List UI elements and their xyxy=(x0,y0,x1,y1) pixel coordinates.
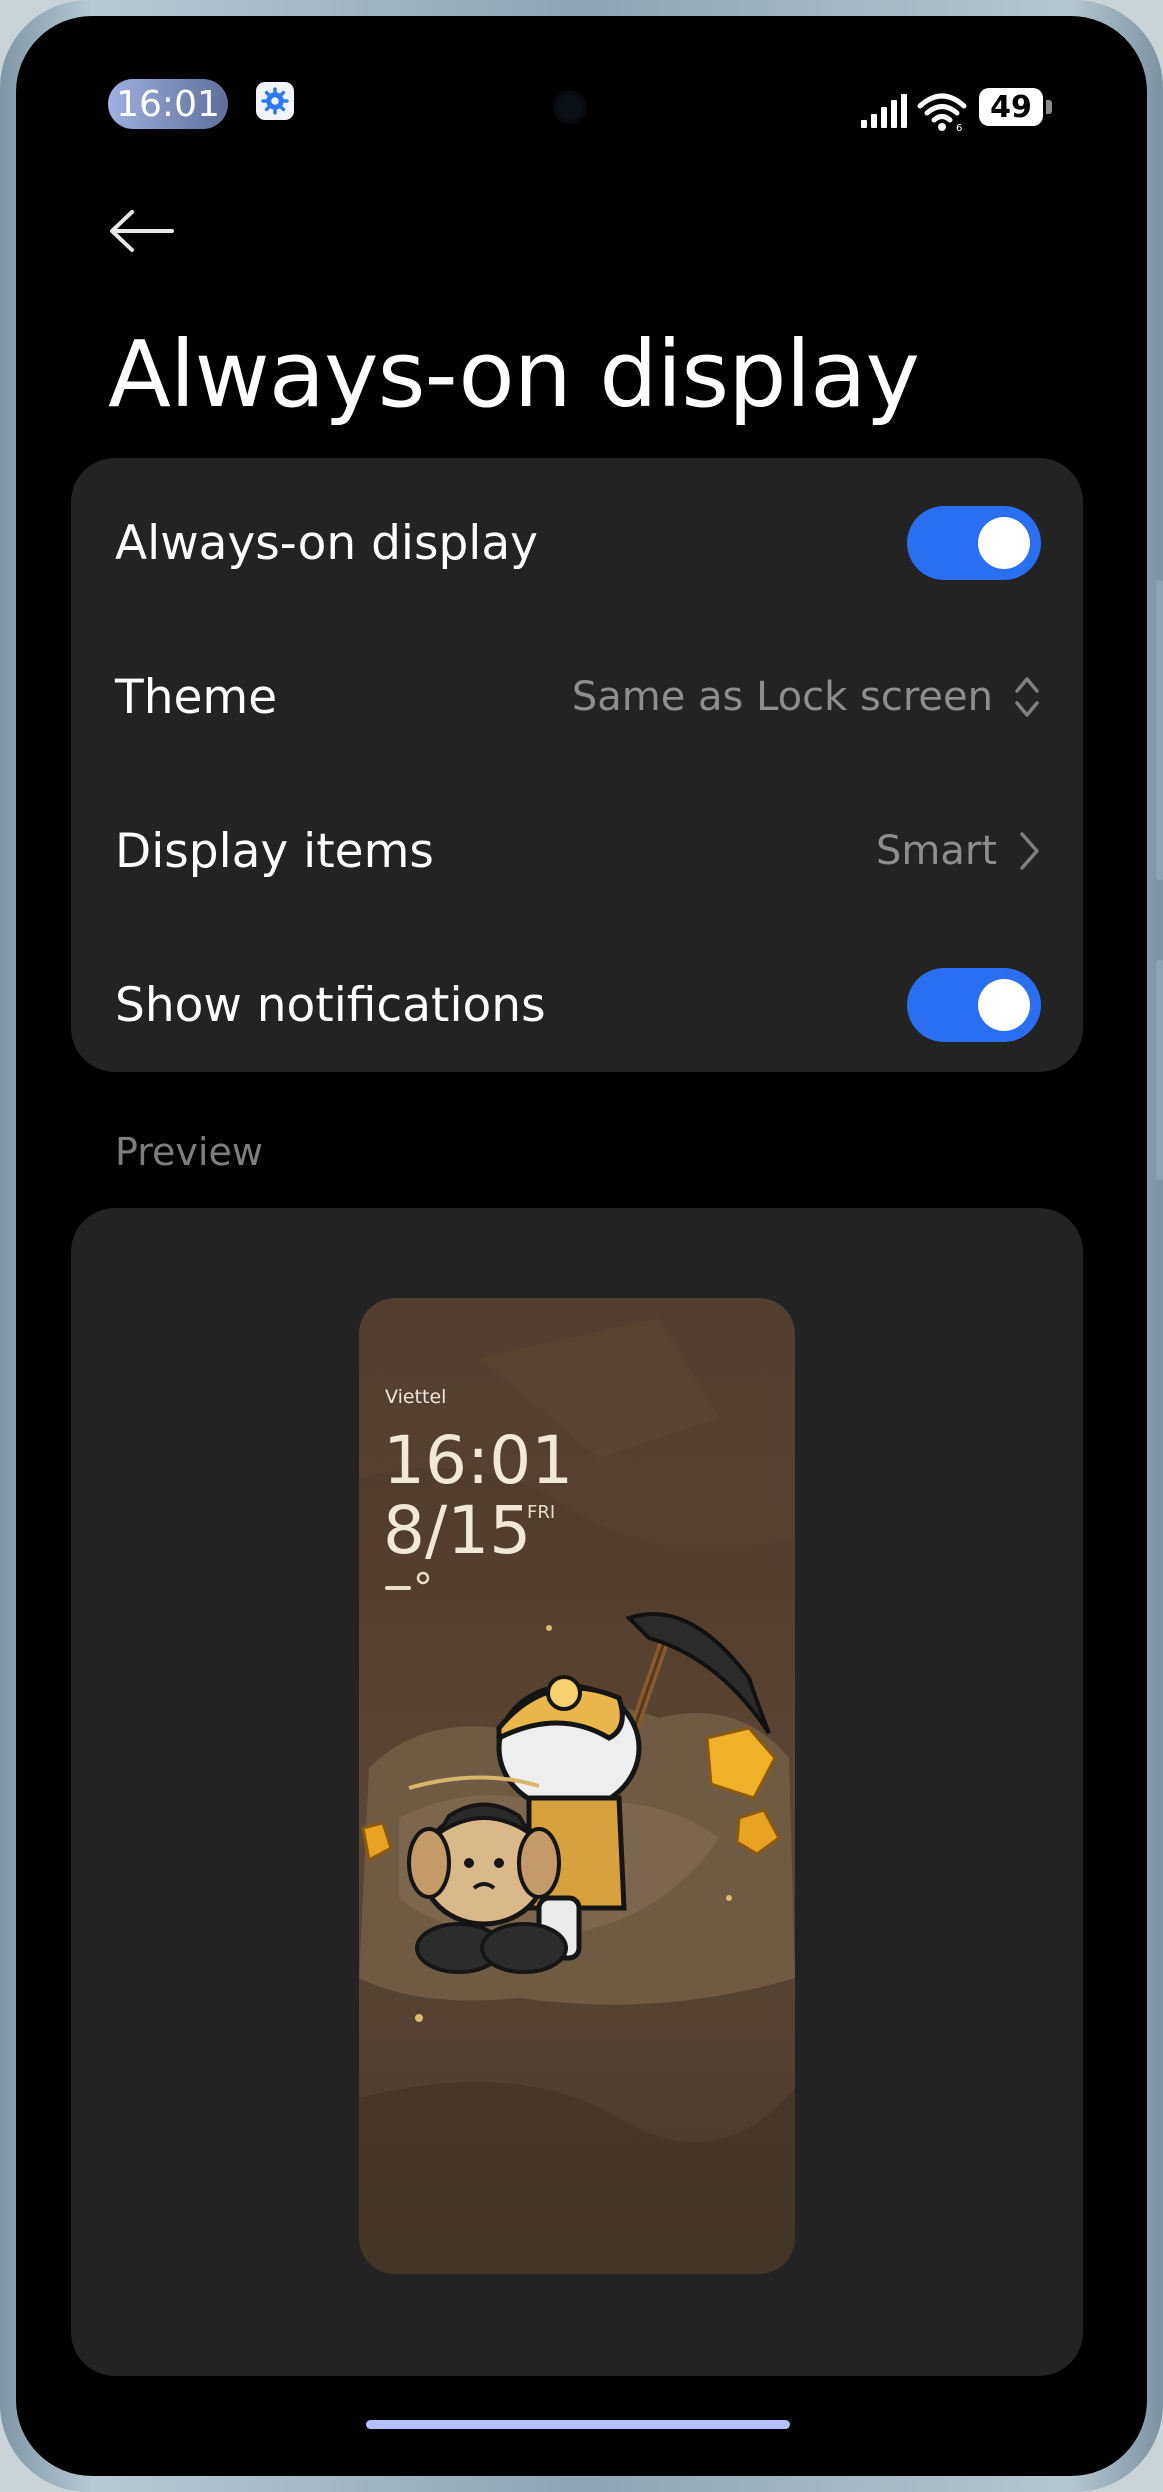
front-camera xyxy=(557,94,583,120)
preview-weekday: FRI xyxy=(527,1502,556,1523)
home-indicator[interactable] xyxy=(366,2420,790,2429)
volume-button xyxy=(1156,580,1163,880)
settings-gear-icon xyxy=(256,82,294,120)
always-on-display-toggle[interactable] xyxy=(907,506,1041,580)
theme-label: Theme xyxy=(115,669,278,725)
screen: 16:01 6 49 Always-on display Always-on d… xyxy=(16,16,1147,2476)
theme-value: Same as Lock screen xyxy=(571,674,993,720)
display-items-value-group: Smart xyxy=(876,828,1041,874)
show-notifications-label: Show notifications xyxy=(115,977,546,1033)
page-title: Always-on display xyxy=(108,321,920,428)
preview-carrier: Viettel xyxy=(385,1386,447,1408)
phone-frame: 16:01 6 49 Always-on display Always-on d… xyxy=(0,0,1163,2492)
preview-section-label: Preview xyxy=(115,1130,263,1174)
preview-weather-icon xyxy=(385,1571,430,1590)
preview-screen: Viettel 16:01 8/15 FRI xyxy=(359,1298,795,2274)
display-items-value: Smart xyxy=(876,828,997,874)
show-notifications-row[interactable]: Show notifications xyxy=(71,930,1083,1080)
back-arrow-icon xyxy=(110,210,174,252)
signal-icon xyxy=(861,94,907,128)
display-items-label: Display items xyxy=(115,823,434,879)
back-button[interactable] xyxy=(108,196,188,266)
display-items-row[interactable]: Display items Smart xyxy=(71,776,1083,926)
up-down-chevron-icon xyxy=(1015,677,1039,717)
always-on-display-row[interactable]: Always-on display xyxy=(71,468,1083,618)
wifi-icon: 6 xyxy=(917,93,967,132)
settings-card: Always-on display Theme Same as Lock scr… xyxy=(71,458,1083,1072)
svg-text:6: 6 xyxy=(956,123,962,132)
power-button xyxy=(1156,960,1163,1180)
status-bar: 16:01 6 49 xyxy=(16,16,1147,186)
always-on-display-label: Always-on display xyxy=(115,515,538,571)
preview-wallpaper-illustration xyxy=(359,1612,795,2022)
theme-value-group: Same as Lock screen xyxy=(572,673,1041,721)
preview-time: 16:01 xyxy=(383,1422,574,1499)
preview-card: Viettel 16:01 8/15 FRI xyxy=(71,1208,1083,2376)
preview-date: 8/15 xyxy=(383,1492,532,1569)
show-notifications-toggle[interactable] xyxy=(907,968,1041,1042)
status-time[interactable]: 16:01 xyxy=(108,79,228,129)
chevron-right-icon xyxy=(1020,832,1039,870)
battery-icon: 49 xyxy=(979,88,1052,126)
theme-row[interactable]: Theme Same as Lock screen xyxy=(71,622,1083,772)
